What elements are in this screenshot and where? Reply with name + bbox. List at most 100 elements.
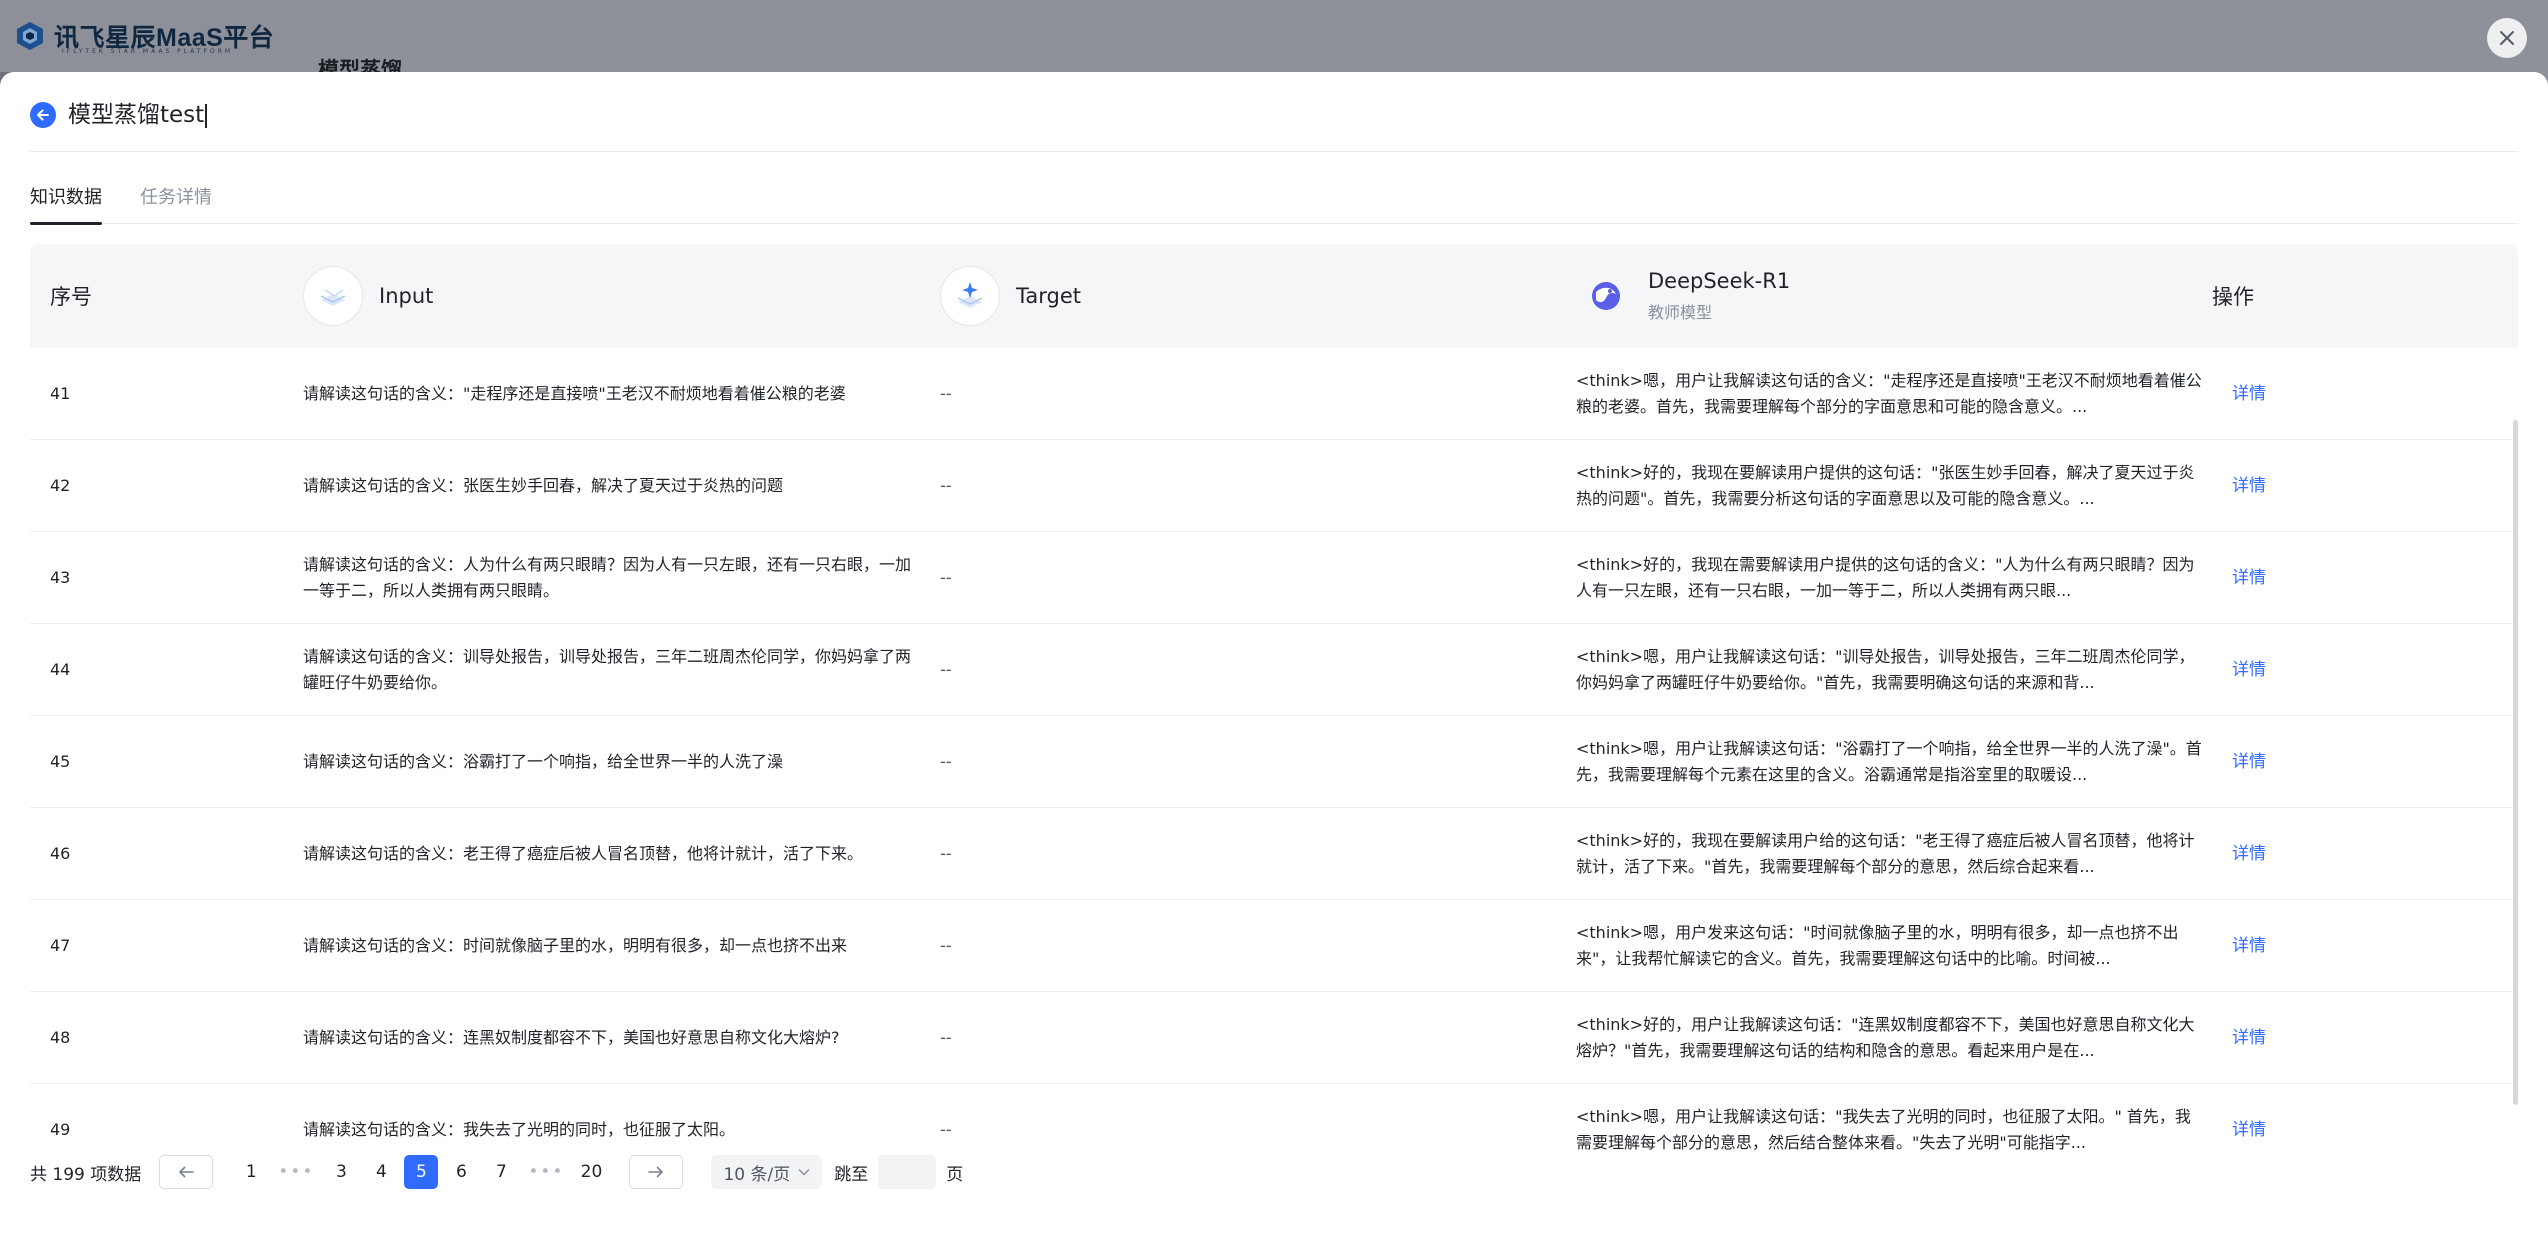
row-teacher-output-cell: <think>嗯，用户让我解读这句话："训导处报告，训导处报告，三年二班周杰伦同… xyxy=(1576,624,2204,716)
row-teacher-output: <think>嗯，用户让我解读这句话的含义："走程序还是直接喷"王老汉不耐烦地看… xyxy=(1576,371,2202,416)
tab-knowledge-data[interactable]: 知识数据 xyxy=(30,176,102,225)
row-no-cell: 43 xyxy=(50,532,250,624)
row-details-link[interactable]: 详情 xyxy=(2232,657,2266,683)
page-6[interactable]: 6 xyxy=(444,1155,478,1189)
row-target: -- xyxy=(940,660,952,679)
jump-page-input[interactable] xyxy=(878,1155,937,1189)
row-teacher-output-cell: <think>好的，用户让我解读这句话："连黑奴制度都容不下，美国也好意思自称文… xyxy=(1576,992,2204,1084)
table-row: 46 请解读这句话的含义：老王得了癌症后被人冒名顶替，他将计就计，活了下来。 -- <… xyxy=(30,808,2518,900)
row-target: -- xyxy=(940,936,952,955)
table-scrollbar[interactable] xyxy=(2513,420,2518,1105)
app-logo: 讯飞星辰MaaS平台 IFLYTEK STAR MAAS PLATFORM xyxy=(14,18,274,55)
row-no-cell: 46 xyxy=(50,808,250,900)
table-header: 序号 Input Target DeepSeek-R1 教师模型 操作 xyxy=(30,244,2518,348)
row-target: -- xyxy=(940,1120,952,1139)
row-input-cell: 请解读这句话的含义：我失去了光明的同时，也征服了太阳。 xyxy=(303,1084,923,1152)
row-details-link[interactable]: 详情 xyxy=(2232,1025,2266,1051)
row-no: 46 xyxy=(50,844,71,863)
page-ellipsis-next[interactable]: ••• xyxy=(524,1155,568,1189)
row-input-cell: 请解读这句话的含义：人为什么有两只眼睛？因为人有一只左眼，还有一只右眼，一加一等… xyxy=(303,532,923,624)
table-row: 42 请解读这句话的含义：张医生妙手回春，解决了夏天过于炎热的问题 -- <think… xyxy=(30,440,2518,532)
sparkle-model-icon xyxy=(320,289,346,306)
row-no-cell: 47 xyxy=(50,900,250,992)
row-details-link[interactable]: 详情 xyxy=(2232,381,2266,407)
drawer-title[interactable]: 模型蒸馏test xyxy=(68,96,208,134)
row-teacher-output: <think>嗯，用户让我解读这句话："我失去了光明的同时，也征服了太阳。" 首… xyxy=(1576,1107,2191,1152)
page-1[interactable]: 1 xyxy=(234,1155,268,1189)
row-input-cell: 请解读这句话的含义：老王得了癌症后被人冒名顶替，他将计就计，活了下来。 xyxy=(303,808,923,900)
row-no-cell: 45 xyxy=(50,716,250,808)
teacher-model-block: DeepSeek-R1 教师模型 xyxy=(1648,269,1790,323)
tab-task-details[interactable]: 任务详情 xyxy=(140,176,212,224)
row-details-link[interactable]: 详情 xyxy=(2232,1117,2266,1143)
row-target-cell: -- xyxy=(940,992,1240,1084)
table-row: 48 请解读这句话的含义：连黑奴制度都容不下，美国也好意思自称文化大熔炉? -- <t… xyxy=(30,992,2518,1084)
row-details-link[interactable]: 详情 xyxy=(2232,841,2266,867)
row-actions-cell: 详情 xyxy=(2232,440,2352,532)
row-no: 44 xyxy=(50,660,71,679)
row-details-link[interactable]: 详情 xyxy=(2232,473,2266,499)
table-row: 41 请解读这句话的含义："走程序还是直接喷"王老汉不耐烦地看着催公粮的老婆 -- <… xyxy=(30,348,2518,440)
row-teacher-output-cell: <think>嗯，用户发来这句话："时间就像脑子里的水，明明有很多，却一点也挤不… xyxy=(1576,900,2204,992)
next-page-button[interactable] xyxy=(629,1155,684,1189)
row-input: 请解读这句话的含义：人为什么有两只眼睛？因为人有一只左眼，还有一只右眼，一加一等… xyxy=(303,555,912,600)
row-target: -- xyxy=(940,384,952,403)
row-details-link[interactable]: 详情 xyxy=(2232,933,2266,959)
header-input-label: Input xyxy=(379,284,434,308)
page-7[interactable]: 7 xyxy=(484,1155,518,1189)
table-row: 45 请解读这句话的含义：浴霸打了一个响指，给全世界一半的人洗了澡 -- <think… xyxy=(30,716,2518,808)
page-3[interactable]: 3 xyxy=(324,1155,358,1189)
page-size-select[interactable]: 10 条/页 xyxy=(711,1155,823,1189)
jump-suffix: 页 xyxy=(946,1164,964,1185)
row-actions-cell: 详情 xyxy=(2232,716,2352,808)
row-details-link[interactable]: 详情 xyxy=(2232,749,2266,775)
deepseek-logo-icon xyxy=(1586,276,1626,316)
row-input: 请解读这句话的含义：老王得了癌症后被人冒名顶替，他将计就计，活了下来。 xyxy=(303,844,864,863)
arrow-left-icon xyxy=(179,1166,195,1178)
row-input: 请解读这句话的含义：连黑奴制度都容不下，美国也好意思自称文化大熔炉? xyxy=(303,1028,840,1047)
row-no: 47 xyxy=(50,936,71,955)
page-ellipsis-prev[interactable]: ••• xyxy=(274,1155,318,1189)
page-5-current[interactable]: 5 xyxy=(404,1155,439,1189)
teacher-model-name: DeepSeek-R1 xyxy=(1648,269,1791,293)
row-target-cell: -- xyxy=(940,624,1240,716)
row-no-cell: 44 xyxy=(50,624,250,716)
row-target: -- xyxy=(940,752,952,771)
row-input-cell: 请解读这句话的含义：训导处报告，训导处报告，三年二班周杰伦同学，你妈妈拿了两罐旺… xyxy=(303,624,923,716)
header-cell-target: Target xyxy=(940,244,1081,348)
row-target: -- xyxy=(940,568,952,587)
row-teacher-output: <think>嗯，用户让我解读这句话："浴霸打了一个响指，给全世界一半的人洗了澡… xyxy=(1576,739,2202,784)
row-teacher-output-cell: <think>好的，我现在需要解读用户提供的这句话的含义："人为什么有两只眼睛？… xyxy=(1576,532,2204,624)
row-teacher-output: <think>嗯，用户让我解读这句话："训导处报告，训导处报告，三年二班周杰伦同… xyxy=(1576,647,2195,692)
row-teacher-output: <think>好的，我现在要解读用户给的这句话："老王得了癌症后被人冒名顶替，他… xyxy=(1576,831,2195,876)
page-20[interactable]: 20 xyxy=(574,1155,608,1189)
pagination-total: 共 199 项数据 xyxy=(30,1164,142,1185)
close-drawer-button[interactable] xyxy=(2487,18,2527,58)
row-input: 请解读这句话的含义：训导处报告，训导处报告，三年二班周杰伦同学，你妈妈拿了两罐旺… xyxy=(303,647,912,692)
row-input-cell: 请解读这句话的含义：连黑奴制度都容不下，美国也好意思自称文化大熔炉? xyxy=(303,992,923,1084)
row-no: 49 xyxy=(50,1120,71,1139)
row-input-cell: 请解读这句话的含义："走程序还是直接喷"王老汉不耐烦地看着催公粮的老婆 xyxy=(303,348,923,440)
row-target-cell: -- xyxy=(940,348,1240,440)
header-actions-label: 操作 xyxy=(2212,285,2254,309)
drawer-header: 模型蒸馏test xyxy=(30,96,2518,152)
row-no: 45 xyxy=(50,752,71,771)
row-no: 48 xyxy=(50,1028,71,1047)
row-target-cell: -- xyxy=(940,532,1240,624)
teacher-model-caption: 教师模型 xyxy=(1648,303,1713,322)
page-4[interactable]: 4 xyxy=(364,1155,398,1189)
row-details-link[interactable]: 详情 xyxy=(2232,565,2266,591)
row-actions-cell: 详情 xyxy=(2232,808,2352,900)
logo-icon xyxy=(14,20,46,52)
row-target-cell: -- xyxy=(940,440,1240,532)
row-input: 请解读这句话的含义：张医生妙手回春，解决了夏天过于炎热的问题 xyxy=(303,476,784,495)
table-row: 49 请解读这句话的含义：我失去了光明的同时，也征服了太阳。 -- <think>嗯，… xyxy=(30,1084,2518,1152)
close-icon xyxy=(2500,31,2514,45)
row-teacher-output: <think>好的，用户让我解读这句话："连黑奴制度都容不下，美国也好意思自称文… xyxy=(1576,1015,2195,1060)
row-target-cell: -- xyxy=(940,808,1240,900)
chevron-down-icon xyxy=(798,1168,810,1176)
detail-drawer: 模型蒸馏test 知识数据 任务详情 序号 Input Target DeepS… xyxy=(0,72,2548,1251)
drawer-tabs: 知识数据 任务详情 xyxy=(30,176,2518,225)
back-button[interactable] xyxy=(30,102,56,128)
prev-page-button[interactable] xyxy=(159,1155,214,1189)
